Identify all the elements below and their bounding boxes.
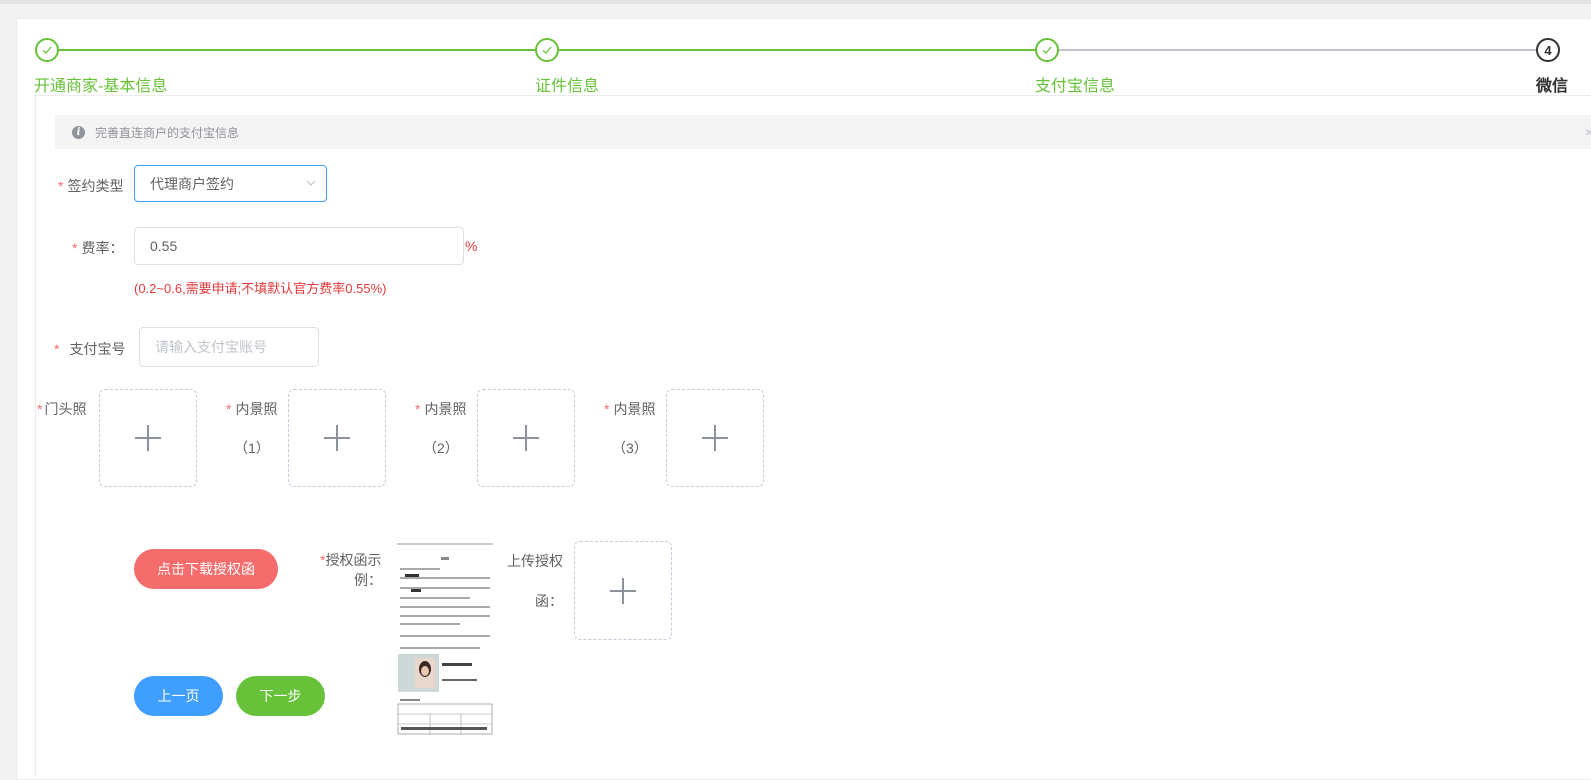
rate-label: * 费率： — [72, 240, 124, 256]
upload-authorization-label-2: 函： — [535, 593, 563, 609]
rate-hint: (0.2~0.6,需要申请;不填默认官方费率0.55%) — [134, 281, 387, 296]
step-connector-3 — [1059, 49, 1536, 51]
step-4-number-icon: 4 — [1536, 38, 1560, 62]
interior-photo-3-uploader[interactable] — [666, 389, 764, 487]
sign-type-label: * 签约类型 — [58, 178, 124, 194]
plus-icon — [135, 425, 161, 451]
plus-icon — [610, 577, 636, 604]
authorization-sample-label: *授权函示 — [320, 552, 382, 568]
plus-icon — [513, 425, 539, 451]
required-mark: * — [72, 240, 78, 256]
sign-type-select[interactable]: 代理商户签约 — [134, 165, 327, 202]
close-icon[interactable]: × — [1585, 124, 1591, 140]
authorization-sample-image[interactable] — [397, 543, 493, 735]
alipay-account-input[interactable] — [139, 327, 319, 367]
step-3-title: 支付宝信息 — [1035, 78, 1116, 95]
plus-icon — [324, 425, 350, 451]
required-mark: * — [604, 401, 610, 417]
interior-photo-3-label: * 内景照 — [604, 401, 656, 417]
interior-photo-1-label: * 内景照 — [226, 401, 278, 417]
info-icon: i — [72, 125, 85, 139]
upload-authorization-label: 上传授权 — [507, 553, 563, 569]
plus-icon — [702, 425, 728, 451]
step-4-title: 微信 — [1536, 78, 1569, 95]
rate-unit: % — [465, 238, 478, 254]
step-2-check-icon — [535, 38, 559, 62]
sign-type-value: 代理商户签约 — [150, 175, 234, 192]
interior-photo-2-index: （2） — [423, 440, 459, 456]
interior-photo-1-uploader[interactable] — [288, 389, 386, 487]
interior-photo-3-index: （3） — [612, 440, 648, 456]
top-bar — [0, 0, 1591, 4]
alert-text: 完善直连商户的支付宝信息 — [95, 125, 240, 140]
step-1-check-icon — [35, 38, 59, 62]
required-mark: * — [415, 401, 421, 417]
step-connector-2 — [559, 49, 1035, 51]
storefront-photo-label: * 门头照 — [37, 401, 87, 417]
step-3-check-icon — [1035, 38, 1059, 62]
required-mark: * — [37, 401, 43, 417]
authorization-sample-label-2: 例： — [354, 572, 382, 588]
storefront-photo-uploader[interactable] — [99, 389, 197, 487]
interior-photo-2-label: * 内景照 — [415, 401, 467, 417]
step-2-title: 证件信息 — [535, 78, 600, 95]
next-step-button[interactable]: 下一步 — [236, 676, 325, 716]
info-alert: i 完善直连商户的支付宝信息 × — [55, 115, 1591, 149]
interior-photo-1-index: （1） — [234, 440, 270, 456]
required-mark: * — [226, 401, 232, 417]
rate-input[interactable] — [134, 227, 464, 265]
step-1-title: 开通商家-基本信息 — [34, 78, 168, 95]
authorization-uploader[interactable] — [574, 541, 672, 640]
required-mark: * — [54, 341, 60, 357]
download-authorization-button[interactable]: 点击下载授权函 — [134, 549, 278, 589]
interior-photo-2-uploader[interactable] — [477, 389, 575, 487]
previous-page-button[interactable]: 上一页 — [134, 676, 223, 716]
required-mark: * — [58, 178, 64, 194]
chevron-down-icon — [306, 180, 316, 186]
step-connector-1 — [58, 49, 535, 51]
alipay-account-label: * 支付宝号 — [54, 341, 126, 357]
document-thumbnail-icon — [397, 543, 493, 735]
